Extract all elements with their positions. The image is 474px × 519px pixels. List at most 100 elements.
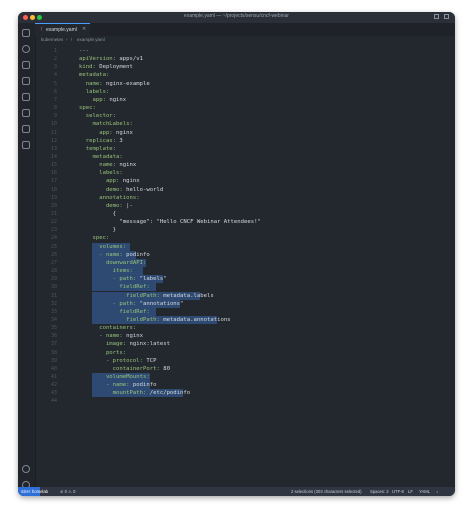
code-line[interactable]: 40 containerPort: 80 [35,365,455,373]
line-number: 19 [50,194,57,201]
yaml-key: app: [79,178,120,185]
code-text: replicas: 3 [79,137,123,145]
code-text: downwardAPI: [79,259,146,267]
code-line[interactable]: 11 app: nginx [35,129,455,137]
kubernetes-icon[interactable] [22,125,30,133]
yaml-key: - name: [79,333,123,340]
toggle-panel-icon[interactable] [444,14,449,19]
code-line[interactable]: 42 - name: podinfo [35,381,455,390]
yaml-key: name: [79,162,117,169]
code-line[interactable]: 15 name: nginx [35,161,455,169]
line-number: 3 [53,64,57,71]
tab-example-yaml[interactable]: ! example.yaml × [35,23,90,36]
code-line[interactable]: 16 labels: [35,169,455,177]
code-line[interactable]: 23 } [35,226,455,234]
code-text: metadata: [79,153,123,161]
line-number: 17 [50,178,57,185]
code-line[interactable]: 25 volumes: [35,242,455,251]
yaml-value: Deployment [95,64,133,71]
code-line[interactable]: 8 spec: [35,104,455,112]
code-line[interactable]: 37 image: nginx:latest [35,340,455,348]
eol-selector[interactable]: LF [408,489,413,494]
docker-icon[interactable] [22,141,30,149]
code-line[interactable]: 5 name: nginx-example [35,80,455,88]
code-text: ports: [79,349,126,357]
code-line[interactable]: 1 --- [35,47,455,55]
code-line[interactable]: 41 volumeMounts: [35,373,455,381]
code-line[interactable]: 35 containers: [35,324,455,332]
code-line[interactable]: 22 "message": "Hello CNCF Webinar Attend… [35,218,455,226]
remote-explorer-icon[interactable] [22,93,30,101]
code-line[interactable]: 21 { [35,210,455,218]
selection-info[interactable]: 2 selections (303 characters selected) [291,489,362,494]
encoding-selector[interactable]: UTF-8 [392,489,404,494]
search-icon[interactable] [22,45,30,53]
source-control-icon[interactable] [22,61,30,69]
code-line[interactable]: 32 - path: "annotations" [35,299,455,308]
code-text: - path: "annotations" [79,300,184,308]
yaml-value: "labels" [136,276,167,283]
code-line[interactable]: 6 labels: [35,88,455,96]
code-text: matchLabels: [79,120,132,128]
code-line[interactable]: 26 - name: podinfo [35,250,455,259]
yaml-key: ports: [79,349,127,356]
code-line[interactable]: 36 - name: nginx [35,332,455,340]
code-line[interactable]: 17 app: nginx [35,177,455,185]
extensions-icon[interactable] [22,109,30,117]
code-line[interactable]: 7 app: nginx [35,96,455,104]
run-debug-icon[interactable] [22,77,30,85]
editor-window: example.yaml — ~/projects/sensu/cncf-web… [18,12,455,496]
line-number: 32 [50,300,57,307]
yaml-file-icon: ! [71,37,73,42]
code-text: - name: podinfo [79,381,157,389]
remote-indicator[interactable]: SSH: homelab [18,487,48,496]
code-line[interactable]: 20 demo: |- [35,202,455,210]
notifications-icon[interactable]: ♪ [436,489,438,494]
code-line[interactable]: 33 fieldRef: [35,307,455,316]
breadcrumb-item[interactable]: example.yaml [77,37,105,42]
code-text: - name: nginx [79,332,143,340]
explorer-icon[interactable] [22,29,30,37]
code-editor[interactable]: 1 --- 2 apiVersion: apps/v1 3 kind: Deploymen… [35,45,455,487]
problems-indicator[interactable]: ⊘ 0 ⚠ 0 [60,489,75,494]
code-line[interactable]: 29 - path: "labels" [35,275,455,284]
code-line[interactable]: 10 matchLabels: [35,120,455,128]
line-number: 2 [53,56,57,63]
breadcrumb-item[interactable]: kubernetes [41,37,63,42]
code-line[interactable]: 2 apiVersion: apps/v1 [35,55,455,63]
close-icon[interactable]: × [82,26,86,32]
code-line[interactable]: 38 ports: [35,349,455,357]
code-line[interactable]: 14 metadata: [35,153,455,161]
yaml-key: metadata: [79,153,123,160]
yaml-value: "annotations" [136,300,184,307]
code-line[interactable]: 27 downwardAPI: [35,258,455,267]
code-line[interactable]: 34 fieldPath: metadata.annotations [35,315,455,324]
line-number: 12 [50,137,57,144]
line-number: 10 [50,121,57,128]
line-number: 15 [50,162,57,169]
code-line[interactable]: 19 annotations: [35,194,455,202]
yaml-value: nginx [119,178,140,185]
code-line[interactable]: 31 fieldPath: metadata.labels [35,291,455,300]
code-line[interactable]: 43 mountPath: /etc/podinfo [35,389,455,398]
account-icon[interactable] [22,465,30,473]
window-title: example.yaml — ~/projects/sensu/cncf-web… [184,13,289,19]
code-line[interactable]: 3 kind: Deployment [35,63,455,71]
language-selector[interactable]: YAML [419,489,430,494]
code-line[interactable]: 4 metadata: [35,71,455,79]
line-number: 14 [50,153,57,160]
code-line[interactable]: 9 selector: [35,112,455,120]
code-line[interactable]: 39 - protocol: TCP [35,357,455,365]
code-line[interactable]: 24 spec: [35,234,455,242]
code-line[interactable]: 28 items: [35,267,455,276]
code-line[interactable]: 44 [35,397,455,405]
code-line[interactable]: 13 template: [35,145,455,153]
code-line[interactable]: 18 demo: hello-world [35,186,455,194]
indentation-selector[interactable]: Spaces: 2 [370,489,389,494]
split-editor-icon[interactable] [434,14,439,19]
yaml-value: hello-world [122,186,164,193]
code-line[interactable]: 30 fieldRef: [35,283,455,292]
line-number: 44 [50,398,57,405]
yaml-value: nginx [122,333,143,340]
code-line[interactable]: 12 replicas: 3 [35,137,455,145]
